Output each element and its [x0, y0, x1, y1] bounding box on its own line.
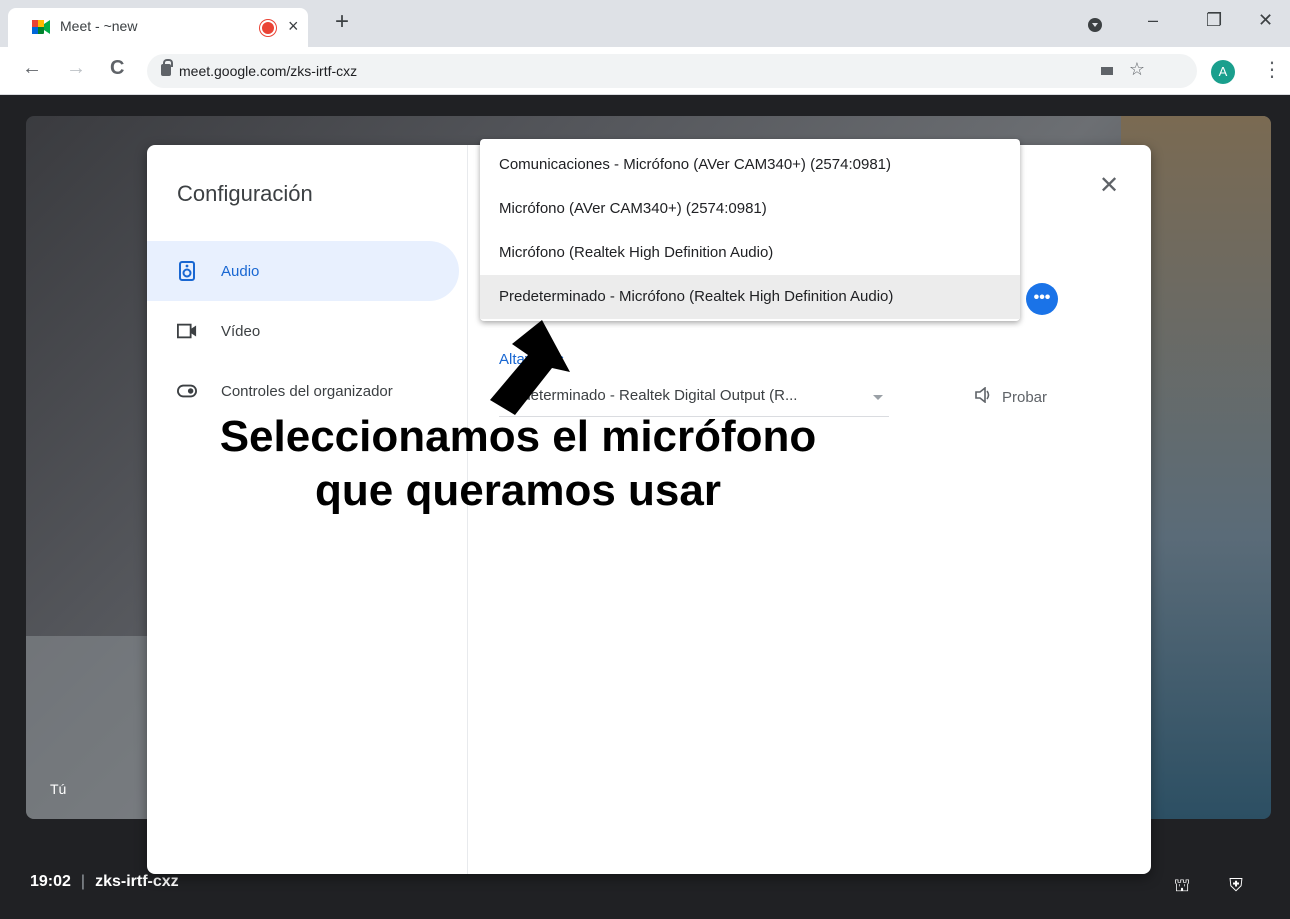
dialog-title: Configuración	[177, 181, 313, 206]
meeting-info: 19:02 | zks-irtf-cxz	[30, 873, 179, 891]
speakers-section-label: Altavoces	[499, 351, 565, 368]
restore-button[interactable]: ❐	[1206, 10, 1222, 31]
dialog-close-button[interactable]: ✕	[1099, 171, 1119, 200]
nav-item-video[interactable]: Vídeo	[147, 301, 459, 361]
reload-button[interactable]: C	[110, 57, 124, 80]
google-meet-icon	[32, 20, 50, 34]
speaker-select-value: Predeterminado - Realtek Digital Output …	[499, 387, 798, 404]
address-bar[interactable]: meet.google.com/zks-irtf-cxz ☆	[147, 54, 1197, 88]
browser-tab[interactable]: Meet - ~new ×	[8, 8, 308, 47]
video-camera-icon	[177, 321, 197, 341]
video-background-panel	[26, 636, 166, 819]
nav-item-label: Controles del organizador	[221, 382, 393, 400]
nav-item-label: Vídeo	[221, 322, 261, 340]
minimize-button[interactable]: –	[1148, 10, 1158, 31]
browser-tab-strip: Meet - ~new × + – ❐ ✕	[0, 0, 1290, 47]
more-options-button[interactable]: •••	[1026, 283, 1058, 315]
settings-nav: Audio Vídeo Controles del organizador	[147, 241, 459, 421]
speaker-icon	[177, 261, 197, 281]
browser-toolbar: ← → C meet.google.com/zks-irtf-cxz ☆ A ⋮	[0, 47, 1290, 95]
microphone-option[interactable]: Micrófono (Realtek High Definition Audio…	[480, 231, 1020, 275]
nav-item-host-controls[interactable]: Controles del organizador	[147, 361, 459, 421]
recording-indicator-icon	[262, 22, 274, 34]
toggle-icon	[177, 381, 197, 401]
activities-icon[interactable]: ⛫	[1164, 867, 1200, 903]
volume-icon	[974, 386, 992, 408]
microphone-dropdown-menu: Comunicaciones - Micrófono (AVer CAM340+…	[480, 139, 1020, 321]
tab-title: Meet - ~new	[60, 18, 138, 34]
dialog-divider	[467, 145, 468, 874]
speaker-select[interactable]: Predeterminado - Realtek Digital Output …	[499, 381, 889, 417]
tab-close-button[interactable]: ×	[288, 16, 299, 37]
forward-button[interactable]: →	[66, 57, 86, 80]
microphone-option[interactable]: Micrófono (AVer CAM340+) (2574:0981)	[480, 187, 1020, 231]
tab-search-icon[interactable]	[1088, 18, 1102, 32]
bookmark-star-icon[interactable]: ☆	[1129, 59, 1145, 80]
chevron-down-icon	[873, 395, 883, 400]
meeting-info-separator: |	[80, 873, 86, 890]
microphone-option[interactable]: Comunicaciones - Micrófono (AVer CAM340+…	[480, 143, 1020, 187]
camera-in-use-icon[interactable]	[1101, 67, 1113, 75]
back-button[interactable]: ←	[22, 57, 42, 80]
microphone-option-selected[interactable]: Predeterminado - Micrófono (Realtek High…	[480, 275, 1020, 319]
profile-avatar[interactable]: A	[1211, 60, 1235, 84]
meeting-time: 19:02	[30, 873, 71, 890]
browser-menu-button[interactable]: ⋮	[1262, 57, 1282, 82]
test-speaker-button[interactable]: Probar	[974, 386, 1048, 408]
nav-item-label: Audio	[221, 262, 260, 280]
self-name-label: Tú	[50, 781, 67, 797]
lock-icon	[161, 59, 173, 76]
new-tab-button[interactable]: +	[335, 8, 349, 36]
meeting-code: zks-irtf-cxz	[95, 873, 179, 890]
nav-item-audio[interactable]: Audio	[147, 241, 459, 301]
test-speaker-label: Probar	[1002, 389, 1048, 406]
url-text: meet.google.com/zks-irtf-cxz	[179, 63, 358, 79]
host-controls-icon[interactable]: ⛨	[1218, 867, 1254, 903]
window-close-button[interactable]: ✕	[1258, 10, 1273, 31]
